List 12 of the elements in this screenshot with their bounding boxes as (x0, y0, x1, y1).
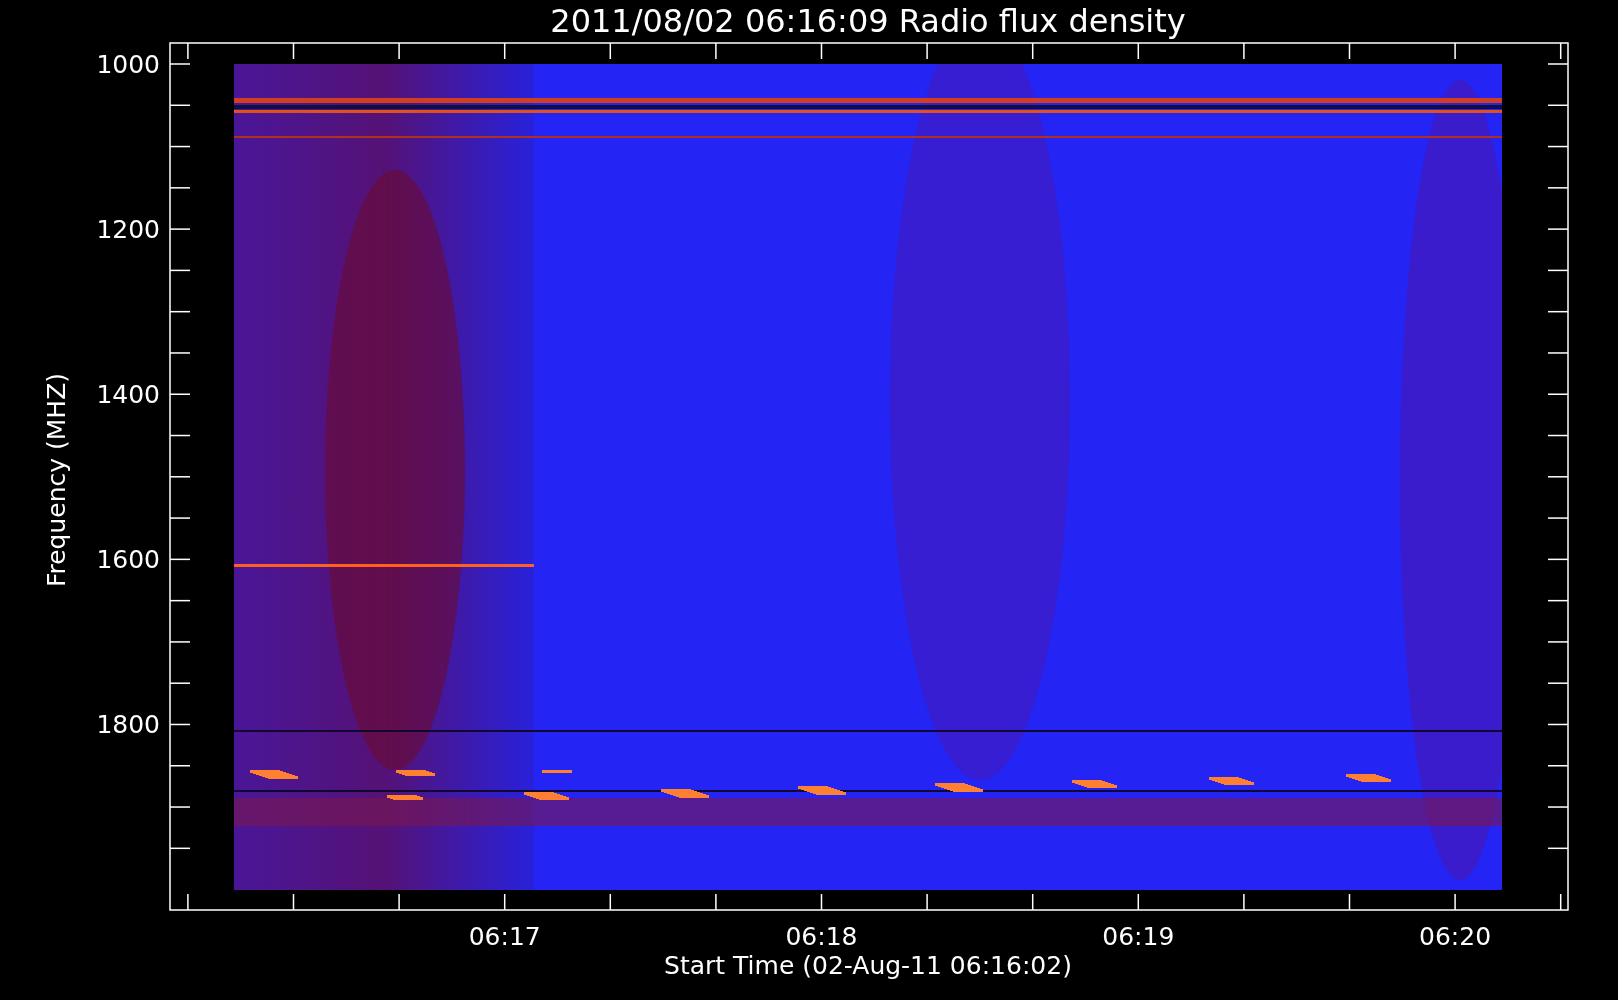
axis-title: Start Time (02-Aug-11 06:16:02) (664, 951, 1072, 980)
tick-label: 06:20 (1419, 922, 1492, 951)
tick-label: 1400 (96, 380, 160, 410)
tick-label: 06:19 (1102, 922, 1175, 951)
tick-label: 06:17 (468, 922, 541, 951)
tick-label: 1800 (96, 710, 160, 740)
axis-title: Frequency (MHZ) (42, 372, 71, 588)
tick-label: 06:18 (785, 922, 858, 951)
tick-label: 1000 (96, 50, 160, 79)
chart-title: 2011/08/02 06:16:09 Radio flux density (550, 2, 1186, 40)
tick-label: 1200 (96, 215, 160, 245)
tick-label: 1600 (96, 545, 160, 575)
